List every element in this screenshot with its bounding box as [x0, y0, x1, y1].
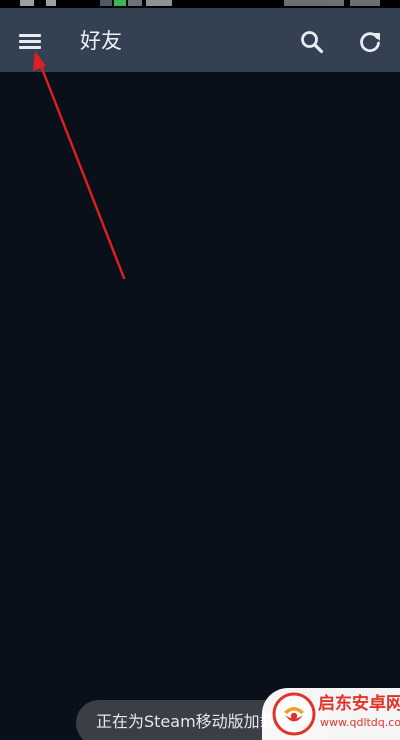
status-right-icons: [284, 0, 344, 6]
status-icon: [20, 0, 34, 6]
hamburger-menu-icon: [16, 28, 44, 56]
watermark-url: www.qdltdq.com: [320, 716, 400, 729]
status-pixel: [128, 0, 142, 6]
search-button[interactable]: [298, 28, 326, 56]
clock: [350, 0, 380, 6]
menu-button[interactable]: [16, 28, 44, 56]
app-bar: 好友: [0, 8, 400, 72]
watermark-logo-icon: [272, 692, 316, 736]
steam-friends-screen: 好友 正在为Steam移动版加载 启东安卓网 www.qdltdq.co: [0, 0, 400, 740]
status-pixel: [114, 0, 126, 6]
friends-list-area: [0, 72, 400, 740]
toast-message: 正在为Steam移动版加载: [96, 712, 276, 731]
watermark-title: 启东安卓网: [318, 694, 400, 714]
watermark: 启东安卓网 www.qdltdq.com: [262, 688, 400, 740]
search-icon: [301, 31, 324, 54]
status-pixel: [100, 0, 112, 6]
status-pixel: [146, 0, 172, 6]
refresh-icon: [360, 32, 380, 53]
page-title: 好友: [80, 29, 122, 53]
signal-icon: [46, 0, 56, 6]
status-bar: [0, 0, 400, 8]
refresh-button[interactable]: [356, 28, 384, 56]
